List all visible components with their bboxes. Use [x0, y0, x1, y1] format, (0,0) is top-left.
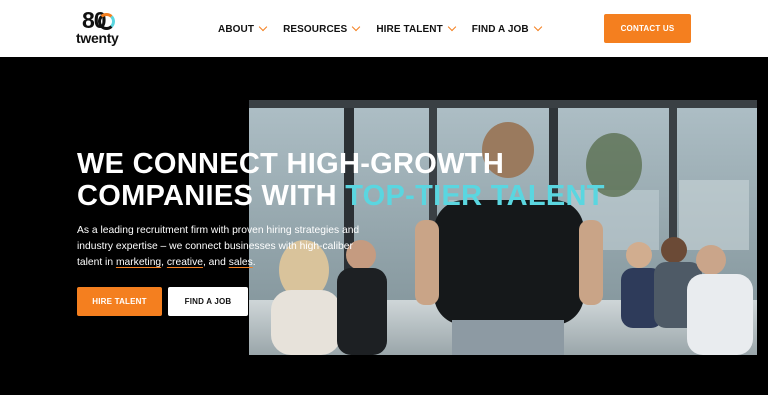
- link-creative[interactable]: creative: [167, 257, 203, 268]
- find-a-job-button[interactable]: FIND A JOB: [168, 287, 248, 316]
- nav-label: ABOUT: [218, 23, 255, 35]
- site-header: 80 twenty ABOUT RESOURCES HIRE TALENT FI…: [0, 0, 768, 57]
- nav-label: HIRE TALENT: [376, 23, 443, 35]
- chevron-down-icon: [533, 22, 542, 32]
- subcopy-sep: , and: [202, 257, 229, 268]
- main-nav: ABOUT RESOURCES HIRE TALENT FIND A JOB: [218, 20, 558, 38]
- below-hero-strip: [0, 395, 768, 414]
- nav-item-hire-talent[interactable]: HIRE TALENT: [376, 20, 457, 38]
- nav-item-about[interactable]: ABOUT: [218, 20, 268, 38]
- subcopy-end: .: [252, 257, 256, 268]
- nav-label: RESOURCES: [283, 23, 348, 35]
- headline-line-1: WE CONNECT HIGH-GROWTH: [77, 148, 505, 180]
- chevron-down-icon: [258, 22, 268, 32]
- hero-headline: WE CONNECT HIGH-GROWTH COMPANIES WITH TO…: [77, 148, 637, 212]
- link-marketing[interactable]: marketing: [116, 257, 161, 268]
- hire-talent-button[interactable]: HIRE TALENT: [77, 287, 162, 316]
- logo-ring-icon: [98, 13, 115, 30]
- contact-us-button[interactable]: CONTACT US: [604, 14, 691, 43]
- chevron-down-icon: [447, 22, 457, 32]
- hero-section: WE CONNECT HIGH-GROWTH COMPANIES WITH TO…: [0, 57, 768, 395]
- link-sales[interactable]: sales: [229, 257, 253, 268]
- nav-item-find-a-job[interactable]: FIND A JOB: [471, 20, 542, 38]
- headline-line-2-prefix: COMPANIES WITH: [77, 180, 346, 212]
- chevron-down-icon: [352, 22, 361, 32]
- headline-accent: TOP-TIER TALENT: [345, 180, 605, 212]
- nav-item-resources[interactable]: RESOURCES: [283, 20, 361, 38]
- brand-logo[interactable]: 80 twenty: [76, 7, 128, 47]
- logo-word: twenty: [76, 30, 119, 46]
- hero-subcopy: As a leading recruitment firm with prove…: [77, 223, 377, 271]
- nav-label: FIND A JOB: [471, 23, 529, 35]
